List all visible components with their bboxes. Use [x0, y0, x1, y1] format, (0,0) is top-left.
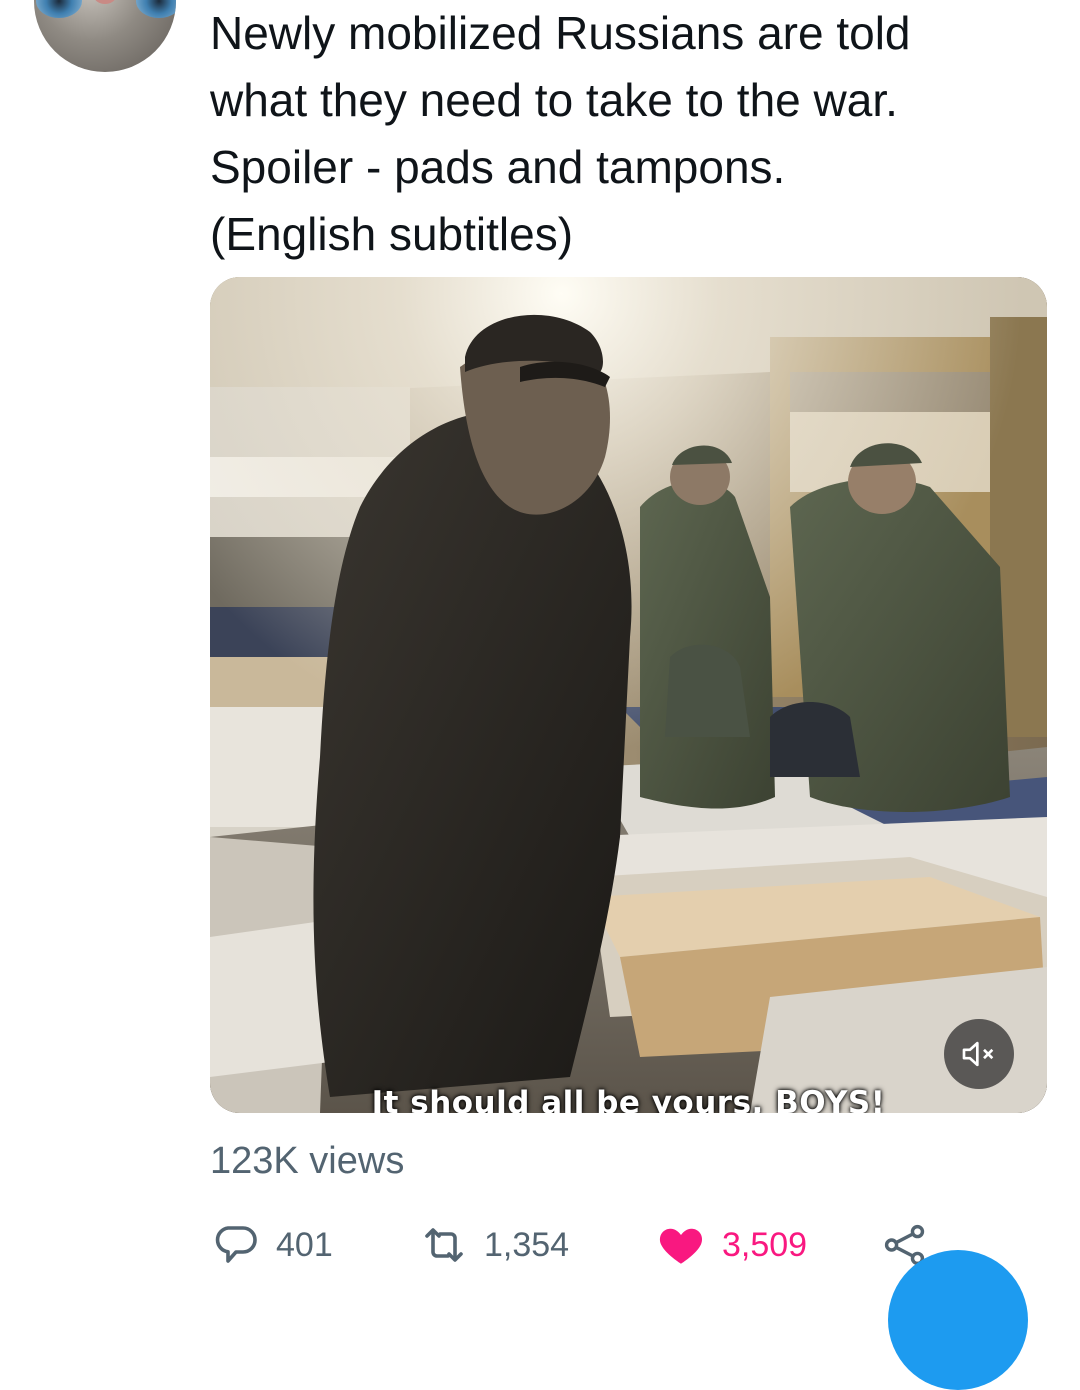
video-player[interactable]: It should all be yours, BOYS! — [210, 277, 1047, 1113]
retweet-button[interactable]: 1,354 — [420, 1221, 656, 1269]
avatar-nose — [94, 0, 116, 4]
tweet-actions: 401 1,354 3,509 — [212, 1215, 928, 1275]
avatar-eye-right — [136, 0, 176, 18]
volume-muted-icon — [962, 1041, 994, 1067]
avatar[interactable] — [34, 0, 176, 72]
mute-button[interactable] — [944, 1019, 1014, 1089]
video-subtitle: It should all be yours, BOYS! — [371, 1085, 886, 1113]
retweet-icon — [425, 1228, 463, 1262]
reply-icon — [215, 1226, 257, 1263]
avatar-eye-left — [36, 0, 82, 18]
compose-button[interactable] — [888, 1250, 1028, 1390]
retweet-count: 1,354 — [484, 1225, 570, 1264]
reply-button[interactable]: 401 — [212, 1221, 420, 1269]
like-count: 3,509 — [722, 1225, 808, 1264]
like-button[interactable]: 3,509 — [656, 1220, 882, 1270]
view-count: 123K views — [210, 1140, 405, 1182]
tweet-text: Newly mobilized Russians are told what t… — [210, 7, 911, 260]
reply-count: 401 — [276, 1225, 333, 1264]
heart-filled-icon — [659, 1228, 703, 1264]
video-frame — [210, 277, 1047, 1113]
